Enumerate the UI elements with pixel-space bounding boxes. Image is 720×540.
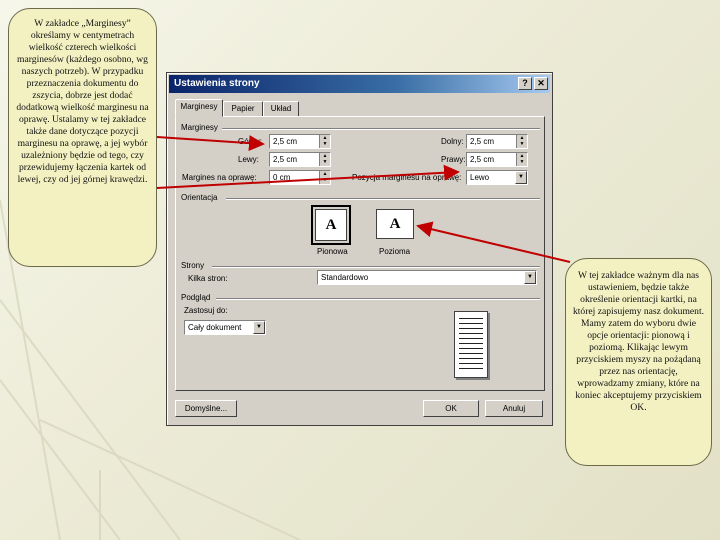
- arrow-to-orientation: [416, 221, 571, 263]
- tab-margins[interactable]: Marginesy: [175, 99, 223, 117]
- callout-arrows: [156, 135, 571, 263]
- arrow-to-gutter-position: [156, 164, 460, 189]
- arrow-to-margins: [156, 135, 265, 152]
